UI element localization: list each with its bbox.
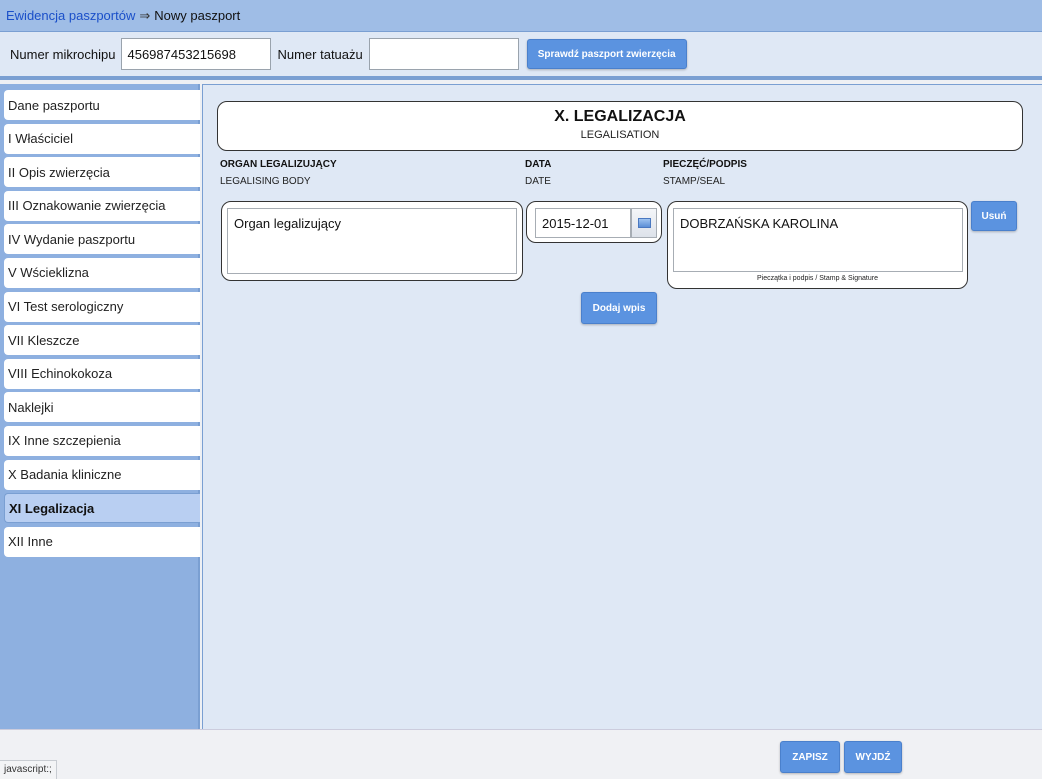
exit-button[interactable]: WYJDŹ bbox=[844, 741, 902, 773]
sidebar-item-legalisation[interactable]: XI Legalizacja bbox=[4, 493, 200, 524]
footer: ZAPISZ WYJDŹ bbox=[0, 729, 1042, 779]
sidebar-item-owner[interactable]: I Właściciel bbox=[4, 123, 200, 154]
date-field[interactable]: 2015-12-01 bbox=[535, 208, 631, 238]
section-title: X. LEGALIZACJA bbox=[554, 108, 686, 125]
sidebar-item-animal-description[interactable]: II Opis zwierzęcia bbox=[4, 157, 200, 188]
breadcrumb-current: Nowy paszport bbox=[154, 8, 241, 23]
breadcrumb-separator: ⇒ bbox=[139, 7, 151, 23]
browser-status-bar: javascript:; bbox=[0, 760, 57, 779]
date-picker-button[interactable] bbox=[631, 208, 657, 238]
calendar-icon bbox=[637, 218, 651, 228]
search-bar: Numer mikrochipu Numer tatuażu Sprawdź p… bbox=[0, 32, 1042, 80]
tattoo-number-input[interactable] bbox=[368, 38, 519, 70]
section-header: X. LEGALIZACJA LEGALISATION bbox=[217, 101, 1023, 151]
column-head-date: DATA bbox=[525, 159, 552, 170]
sidebar-item-echinococcosis[interactable]: VIII Echinokokoza bbox=[4, 358, 200, 389]
chip-label: Numer mikrochipu bbox=[10, 46, 116, 62]
section-subtitle: LEGALISATION bbox=[580, 129, 660, 141]
breadcrumb: Ewidencja paszportów ⇒ Nowy paszport bbox=[0, 0, 1042, 32]
column-sub-stamp: STAMP/SEAL bbox=[663, 176, 726, 187]
sidebar-item-stickers[interactable]: Naklejki bbox=[4, 392, 200, 423]
delete-entry-button[interactable]: Usuń bbox=[971, 201, 1017, 231]
sidebar-item-serological-test[interactable]: VI Test serologiczny bbox=[4, 291, 200, 322]
column-head-organ: ORGAN LEGALIZUJĄCY bbox=[220, 159, 337, 170]
sidebar-item-passport-data[interactable]: Dane paszportu bbox=[4, 90, 200, 120]
column-head-stamp: PIECZĘĆ/PODPIS bbox=[663, 159, 747, 170]
column-sub-organ: LEGALISING BODY bbox=[220, 176, 311, 187]
sidebar-item-clinical-examinations[interactable]: X Badania kliniczne bbox=[4, 459, 200, 490]
sidebar-item-other[interactable]: XII Inne bbox=[4, 526, 200, 557]
date-box: 2015-12-01 bbox=[526, 201, 662, 243]
stamp-field[interactable]: DOBRZAŃSKA KAROLINA bbox=[673, 208, 963, 272]
chip-number-input[interactable] bbox=[121, 38, 272, 70]
add-entry-button[interactable]: Dodaj wpis bbox=[581, 292, 657, 324]
legalisation-panel: X. LEGALIZACJA LEGALISATION ORGAN LEGALI… bbox=[202, 84, 1042, 729]
sidebar-item-ticks[interactable]: VII Kleszcze bbox=[4, 325, 200, 356]
sidebar-item-rabies[interactable]: V Wścieklizna bbox=[4, 257, 200, 288]
sidebar-item-animal-marking[interactable]: III Oznakowanie zwierzęcia bbox=[4, 190, 200, 221]
column-sub-date: DATE bbox=[525, 176, 551, 187]
breadcrumb-link-passports[interactable]: Ewidencja paszportów bbox=[6, 8, 135, 23]
tattoo-label: Numer tatuażu bbox=[277, 46, 363, 62]
sidebar-item-passport-issue[interactable]: IV Wydanie paszportu bbox=[4, 224, 200, 255]
sidebar-item-other-vaccinations[interactable]: IX Inne szczepienia bbox=[4, 425, 200, 456]
check-passport-button[interactable]: Sprawdź paszport zwierzęcia bbox=[526, 39, 687, 69]
organ-box: Organ legalizujący bbox=[221, 201, 523, 281]
stamp-caption: Pieczątka i podpis / Stamp & Signature bbox=[756, 275, 878, 282]
sidebar: Dane paszportu I Właściciel II Opis zwie… bbox=[0, 84, 200, 729]
save-button[interactable]: ZAPISZ bbox=[780, 741, 840, 773]
organ-field[interactable]: Organ legalizujący bbox=[227, 208, 517, 274]
stamp-box: DOBRZAŃSKA KAROLINA Pieczątka i podpis /… bbox=[667, 201, 968, 289]
